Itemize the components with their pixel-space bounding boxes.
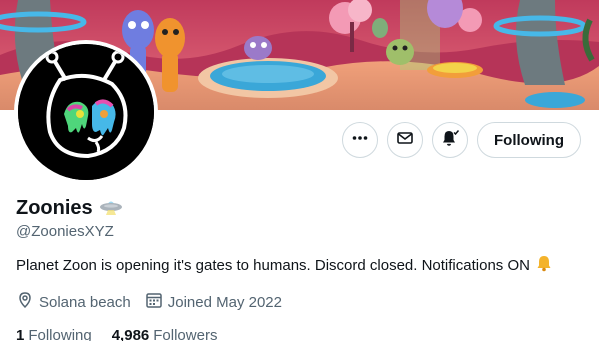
notifications-button[interactable] [432, 122, 469, 158]
bell-emoji-icon [535, 254, 553, 276]
avatar-image [18, 44, 154, 180]
bio-text: Planet Zoon is opening it's gates to hum… [16, 256, 530, 274]
bio: Planet Zoon is opening it's gates to hum… [16, 254, 583, 276]
name-row: Zoonies [16, 196, 583, 221]
followers-count: 4,986 [111, 327, 150, 341]
location-pin-icon [16, 291, 34, 313]
location-text: Solana beach [39, 293, 131, 311]
ufo-emoji-icon [99, 196, 123, 221]
following-button[interactable]: Following [477, 122, 581, 158]
follow-stats: 1 Following 4,986 Followers [16, 327, 583, 341]
profile-actions: Following [342, 122, 581, 158]
more-dots-icon [351, 129, 369, 152]
envelope-icon [396, 129, 414, 152]
followers-link[interactable]: 4,986 Followers [112, 327, 218, 341]
bell-check-icon [440, 128, 460, 153]
join-date: Joined May 2022 [145, 291, 282, 313]
following-count: 1 [16, 327, 25, 341]
following-label: Following [28, 327, 92, 341]
more-button[interactable] [342, 122, 379, 158]
profile-meta: Solana beach Joined May 2022 [16, 291, 583, 313]
profile-info: Zoonies @ZooniesXYZ Planet Zoon is openi… [16, 196, 583, 341]
following-link[interactable]: 1 Following [16, 327, 92, 341]
display-name: Zoonies [16, 197, 93, 219]
user-handle: @ZooniesXYZ [16, 223, 114, 240]
message-button[interactable] [387, 122, 424, 158]
calendar-icon [145, 291, 163, 313]
profile-avatar[interactable] [14, 40, 158, 184]
join-date-text: Joined May 2022 [167, 293, 282, 311]
followers-label: Followers [153, 327, 218, 341]
location: Solana beach [16, 291, 131, 313]
